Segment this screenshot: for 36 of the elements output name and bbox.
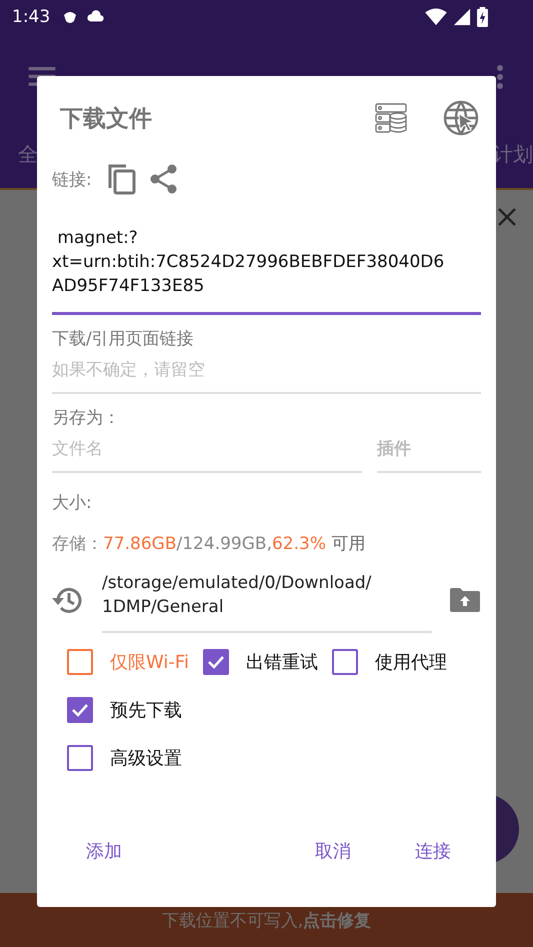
option-label: 高级设置: [110, 747, 182, 770]
checkbox[interactable]: [67, 649, 93, 675]
dialog-title: 下载文件: [60, 104, 152, 134]
status-time: 1:43: [12, 7, 50, 27]
tab[interactable]: 全: [18, 140, 38, 168]
url-field[interactable]: magnet:? xt=urn:btih:7C8524D27996BEBFDEF38040D6 AD95F74F133E85: [52, 204, 481, 315]
option-label: 仅限Wi-Fi: [110, 651, 189, 674]
copy-icon[interactable]: [106, 163, 136, 195]
checkbox[interactable]: [332, 649, 358, 675]
add-button[interactable]: 添加: [74, 831, 134, 871]
option-label: 使用代理: [374, 651, 447, 674]
globe-cursor-icon[interactable]: [443, 100, 479, 136]
referrer-label: 下载/引用页面链接: [52, 328, 195, 350]
checkbox[interactable]: [202, 649, 229, 675]
wifi-icon: [425, 8, 447, 26]
battery-icon: [477, 7, 488, 27]
signal-icon: [453, 8, 471, 26]
checkbox[interactable]: [67, 745, 93, 771]
option-label: 出错重试: [246, 651, 318, 674]
close-icon[interactable]: [497, 207, 517, 227]
referrer-field[interactable]: 如果不确定，请留空: [52, 350, 481, 394]
checkbox[interactable]: [67, 697, 93, 723]
link-label: 链接:: [52, 168, 92, 190]
dialog-button[interactable]: 取消: [303, 831, 363, 871]
folder-upload-icon[interactable]: [450, 588, 480, 612]
path-field[interactable]: /storage/emulated/0/Download/ 1DMP/General: [102, 571, 432, 633]
history-icon[interactable]: [52, 585, 84, 615]
filename-field[interactable]: 文件名: [52, 429, 362, 473]
save-as-label: 另存为：: [52, 407, 121, 429]
share-icon[interactable]: [150, 164, 178, 194]
server-icon[interactable]: [375, 103, 407, 133]
option-label: 预先下载: [110, 699, 182, 722]
dialog-button[interactable]: 连接: [403, 831, 463, 871]
more-icon[interactable]: [497, 65, 503, 89]
size-label: 大小:: [52, 492, 93, 514]
storage-info: 存储：77.86GB/124.99GB,62.3% 可用: [52, 533, 366, 555]
